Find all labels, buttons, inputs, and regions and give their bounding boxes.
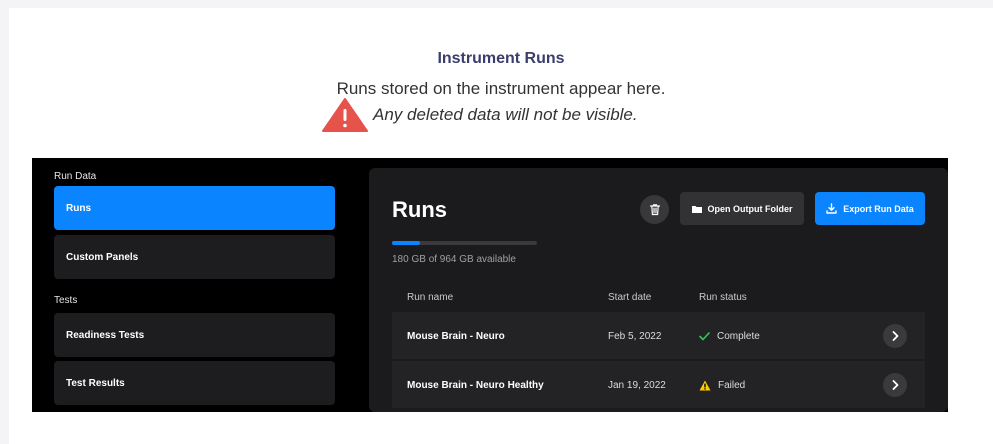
sidebar-heading-run-data: Run Data (54, 171, 97, 182)
storage-text: 180 GB of 964 GB available (392, 254, 516, 265)
check-icon (699, 331, 710, 340)
run-start-date: Jan 19, 2022 (608, 379, 666, 391)
page-title: Instrument Runs (437, 50, 565, 67)
download-icon (826, 203, 837, 214)
run-status-label: Failed (718, 379, 746, 391)
export-run-data-button[interactable]: Export Run Data (815, 192, 925, 225)
export-run-data-label: Export Run Data (843, 203, 914, 214)
warning-triangle-icon (322, 98, 368, 132)
sidebar-item-readiness-tests[interactable]: Readiness Tests (54, 313, 335, 357)
open-run-chevron-icon[interactable] (883, 324, 907, 348)
app-window: Run Data Runs Custom Panels Tests Readin… (32, 158, 948, 412)
open-output-folder-label: Open Output Folder (707, 203, 793, 214)
runs-title: Runs (392, 197, 447, 222)
warning-note: Any deleted data will not be visible. (321, 97, 638, 133)
table-row[interactable]: Mouse Brain - Neuro Healthy Jan 19, 2022… (392, 361, 925, 409)
warning-text: Any deleted data will not be visible. (373, 105, 638, 124)
delete-button[interactable] (640, 195, 669, 224)
trash-icon (649, 204, 660, 216)
run-name: Mouse Brain - Neuro Healthy (407, 379, 544, 391)
sidebar-item-runs[interactable]: Runs (54, 186, 335, 230)
open-run-chevron-icon[interactable] (883, 373, 907, 397)
table-row[interactable]: Mouse Brain - Neuro Feb 5, 2022 Complete (392, 312, 925, 360)
folder-icon (691, 205, 702, 213)
storage-bar (392, 241, 537, 245)
run-name: Mouse Brain - Neuro (407, 330, 505, 342)
runs-panel: Runs Open Output Folder Export Run Data (369, 168, 948, 412)
page-background: Instrument Runs Runs stored on the instr… (0, 0, 993, 444)
sidebar: Run Data Runs Custom Panels Tests Readin… (32, 158, 337, 412)
warning-icon (699, 380, 711, 390)
page-header: Instrument Runs Runs stored on the instr… (9, 48, 993, 102)
column-header-start-date[interactable]: Start date (608, 292, 651, 303)
open-output-folder-button[interactable]: Open Output Folder (680, 192, 804, 225)
run-status: Complete (699, 312, 760, 360)
sidebar-item-test-results[interactable]: Test Results (54, 361, 335, 405)
column-header-run-name[interactable]: Run name (407, 292, 453, 303)
run-status: Failed (699, 361, 745, 409)
sidebar-heading-tests: Tests (54, 295, 78, 306)
storage-bar-fill (392, 241, 420, 245)
run-start-date: Feb 5, 2022 (608, 330, 662, 342)
run-status-label: Complete (717, 330, 760, 342)
sidebar-item-custom-panels[interactable]: Custom Panels (54, 235, 335, 279)
column-header-run-status[interactable]: Run status (699, 292, 747, 303)
